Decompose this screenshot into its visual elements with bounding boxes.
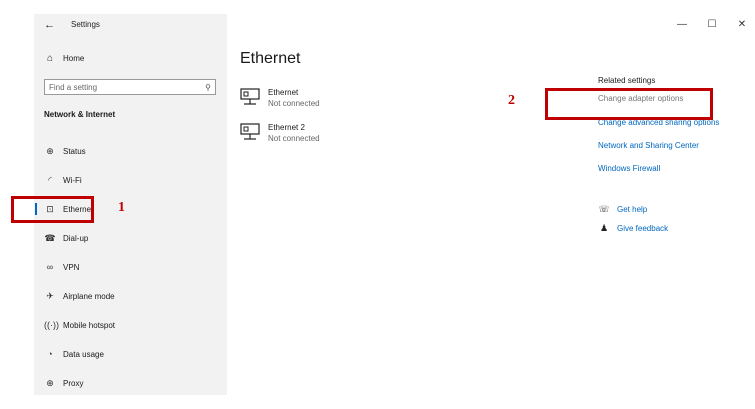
search-icon[interactable]: ⚲ xyxy=(205,83,211,92)
adapter-ethernet-2[interactable]: Ethernet 2 Not connected xyxy=(240,123,320,143)
wifi-icon: ◜ xyxy=(48,174,52,185)
adapter-name: Ethernet 2 xyxy=(268,123,305,132)
home-button[interactable]: ⌂ Home xyxy=(44,53,84,64)
adapter-ethernet[interactable]: Ethernet Not connected xyxy=(240,88,320,108)
back-arrow-icon[interactable]: ← xyxy=(44,19,55,31)
search-input[interactable] xyxy=(49,82,189,92)
sidebar-item-dialup[interactable]: ☎ Dial-up xyxy=(44,231,88,245)
annotation-box-2 xyxy=(545,88,713,120)
search-box[interactable]: ⚲ xyxy=(44,79,216,95)
give-feedback-label: Give feedback xyxy=(617,224,669,233)
get-help-link[interactable]: ☏ Get help xyxy=(598,204,647,215)
home-icon: ⌂ xyxy=(46,53,54,64)
network-and-sharing-center-link[interactable]: Network and Sharing Center xyxy=(598,141,699,150)
sidebar-item-label: Proxy xyxy=(63,378,84,388)
data-usage-icon: ◔ xyxy=(47,349,53,359)
get-help-label: Get help xyxy=(617,205,648,214)
window-title: Settings xyxy=(71,20,100,29)
windows-firewall-link[interactable]: Windows Firewall xyxy=(598,164,660,173)
globe-icon: ⊕ xyxy=(46,145,54,156)
help-chat-icon: ☏ xyxy=(598,204,610,214)
sidebar-item-proxy[interactable]: ⊕ Proxy xyxy=(44,376,83,390)
sidebar-item-label: VPN xyxy=(63,262,80,272)
maximize-icon[interactable]: ☐ xyxy=(707,19,717,30)
sidebar-item-wifi[interactable]: ◜ Wi-Fi xyxy=(44,173,82,187)
sidebar-item-label: Mobile hotspot xyxy=(63,320,116,330)
close-icon[interactable]: ✕ xyxy=(737,19,747,30)
ethernet-adapter-icon xyxy=(240,88,260,105)
feedback-icon: ♟ xyxy=(599,223,609,233)
sidebar-item-label: Dial-up xyxy=(63,233,89,243)
sidebar-item-airplane-mode[interactable]: ✈ Airplane mode xyxy=(44,289,115,303)
annotation-label-1: 1 xyxy=(118,200,125,215)
main-content: — ☐ ✕ Ethernet Ethernet Not connected Et… xyxy=(227,14,755,395)
adapter-name: Ethernet xyxy=(268,88,299,97)
sidebar-item-label: Airplane mode xyxy=(63,291,115,301)
airplane-icon: ✈ xyxy=(46,290,54,301)
home-label: Home xyxy=(63,54,85,63)
section-heading: Network & Internet xyxy=(44,110,116,119)
window-controls: — ☐ ✕ xyxy=(677,19,747,30)
sidebar-item-label: Data usage xyxy=(63,349,104,359)
sidebar-item-data-usage[interactable]: ◔ Data usage xyxy=(44,347,104,361)
minimize-icon[interactable]: — xyxy=(677,19,687,30)
sidebar-item-mobile-hotspot[interactable]: ((·)) Mobile hotspot xyxy=(44,318,115,332)
adapter-status: Not connected xyxy=(268,99,320,108)
phone-icon: ☎ xyxy=(44,232,56,243)
sidebar-item-status[interactable]: ⊕ Status xyxy=(44,144,86,158)
sidebar-item-label: Status xyxy=(63,146,86,156)
hotspot-icon: ((·)) xyxy=(44,320,59,330)
globe-icon: ⊕ xyxy=(46,377,54,388)
related-settings-heading: Related settings xyxy=(598,76,656,85)
annotation-label-2: 2 xyxy=(508,93,515,108)
adapter-status: Not connected xyxy=(268,134,320,143)
annotation-box-1 xyxy=(11,196,94,223)
ethernet-adapter-icon xyxy=(240,123,260,140)
vpn-icon: ∞ xyxy=(46,262,54,272)
sidebar-item-label: Wi-Fi xyxy=(63,175,82,185)
sidebar-item-vpn[interactable]: ∞ VPN xyxy=(44,260,80,274)
give-feedback-link[interactable]: ♟ Give feedback xyxy=(598,223,668,234)
page-title: Ethernet xyxy=(240,50,301,67)
